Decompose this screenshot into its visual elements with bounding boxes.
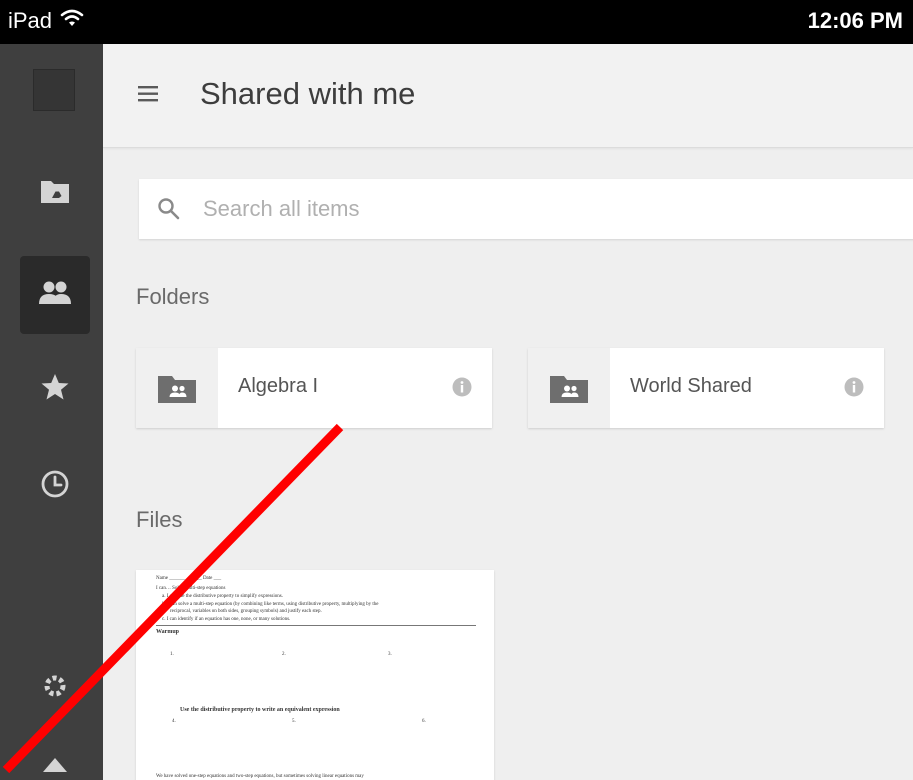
hamburger-icon: [138, 86, 158, 102]
app-header: Shared with me: [103, 44, 913, 148]
doc-heading: Warmup: [156, 629, 180, 635]
doc-instruction: Use the distributive property to write a…: [180, 707, 340, 713]
drive-folder-icon: [40, 178, 70, 209]
doc-line: We have solved one-step equations and tw…: [156, 774, 364, 779]
doc-number: 5.: [292, 719, 296, 724]
people-icon: [38, 280, 72, 311]
sidebar-item-upload[interactable]: [20, 734, 90, 780]
folder-icon-wrap: [528, 348, 610, 428]
doc-line: c. I can identify if an equation has one…: [162, 617, 291, 622]
sidebar-item-recent[interactable]: [20, 447, 90, 525]
main-content: Shared with me Folders Algebra I: [103, 44, 913, 780]
page-title: Shared with me: [200, 76, 416, 111]
doc-number: 3.: [388, 652, 392, 657]
folders-section-label: Folders: [136, 284, 210, 309]
info-icon[interactable]: [844, 377, 864, 402]
doc-number: 1.: [170, 652, 174, 657]
status-time: 12:06 PM: [807, 8, 903, 33]
doc-line: Name _____________ Date ___: [156, 576, 222, 581]
file-thumbnail[interactable]: Name _____________ Date ___ I can… Solve…: [136, 570, 494, 780]
doc-number: 6.: [422, 719, 426, 724]
info-icon[interactable]: [452, 377, 472, 402]
folder-name: World Shared: [630, 375, 752, 397]
gear-icon: [40, 671, 70, 706]
shared-folder-icon: [158, 376, 196, 403]
sidebar-item-my-drive[interactable]: [20, 154, 90, 232]
folder-icon-wrap: [136, 348, 218, 428]
search-input[interactable]: [203, 191, 803, 227]
folder-name: Algebra I: [238, 375, 319, 397]
sidebar-item-shared-with-me[interactable]: [20, 256, 90, 334]
files-section-label: Files: [136, 507, 183, 532]
sidebar: [0, 44, 103, 780]
star-icon: [40, 372, 70, 407]
status-bar: iPad 12:06 PM: [0, 0, 913, 44]
doc-line: I can… Solve multi-step equations: [156, 586, 226, 591]
upload-icon: [40, 756, 70, 780]
account-avatar[interactable]: [33, 69, 75, 111]
doc-number: 2.: [282, 652, 286, 657]
folder-card-world-shared[interactable]: World Shared: [528, 348, 884, 428]
search-icon: [157, 197, 181, 226]
clock-icon: [40, 469, 70, 504]
doc-line: reciprocal, variables on both sides, gro…: [170, 609, 322, 614]
sidebar-item-settings[interactable]: [20, 649, 90, 727]
device-label: iPad: [8, 8, 53, 33]
doc-number: 4.: [172, 719, 176, 724]
search-bar[interactable]: [139, 179, 913, 239]
folder-card-algebra[interactable]: Algebra I: [136, 348, 492, 428]
status-left: iPad: [8, 8, 84, 34]
doc-rule: [156, 625, 476, 626]
doc-line: a. I can use the distributive property t…: [162, 594, 283, 599]
shared-folder-icon: [550, 376, 588, 403]
doc-line: b. I can solve a multi-step equation (by…: [162, 602, 379, 607]
menu-button[interactable]: [137, 82, 161, 106]
sidebar-item-starred[interactable]: [20, 350, 90, 428]
wifi-icon: [60, 8, 84, 34]
